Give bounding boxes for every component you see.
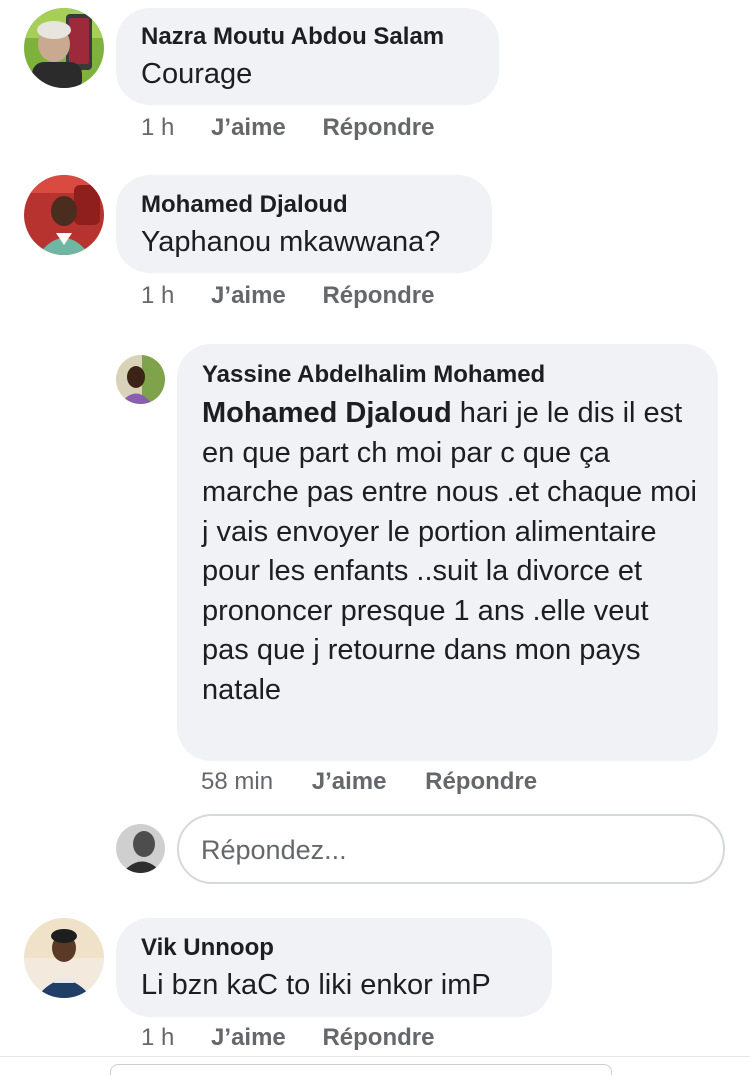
avatar-photo-icon (116, 824, 165, 873)
avatar[interactable] (24, 918, 104, 998)
comment-author[interactable]: Nazra Moutu Abdou Salam (141, 22, 475, 52)
comment-timestamp: 58 min (201, 768, 274, 795)
reply-button[interactable]: Répondre (322, 281, 434, 311)
reply-input[interactable]: Répondez... (177, 814, 725, 884)
comment-timestamp: 1 h (141, 282, 175, 309)
avatar[interactable] (116, 355, 165, 404)
comment-author[interactable]: Mohamed Djaloud (141, 190, 468, 220)
comment-actions: 1 h J’aime Répondre (141, 281, 434, 311)
bottom-composer-edge (110, 1064, 612, 1075)
reply-body-text: hari je le dis il est en que part ch moi… (202, 397, 697, 706)
comment-timestamp: 1 h (141, 1024, 175, 1051)
comment-actions: 1 h J’aime Répondre (141, 1023, 434, 1053)
comment-text: Courage (141, 58, 253, 90)
like-button[interactable]: J’aime (211, 113, 286, 143)
comment-author[interactable]: Yassine Abdelhalim Mohamed (202, 360, 698, 390)
comment-timestamp: 1 h (141, 114, 175, 141)
reply-button[interactable]: Répondre (322, 1023, 434, 1053)
reply-input-placeholder: Répondez... (201, 835, 347, 865)
reply-button[interactable]: Répondre (322, 113, 434, 143)
avatar[interactable] (24, 175, 104, 255)
comment-bubble[interactable]: Mohamed Djaloud Yaphanou mkawwana? (116, 175, 492, 273)
comment-actions: 58 min J’aime Répondre (201, 767, 537, 797)
like-button[interactable]: J’aime (211, 281, 286, 311)
comment-actions: 1 h J’aime Répondre (141, 113, 434, 143)
comment-bubble[interactable]: Yassine Abdelhalim Mohamed Mohamed Djalo… (177, 344, 718, 761)
comment-text: Yaphanou mkawwana? (141, 226, 441, 258)
comment-text: Li bzn kaC to liki enkor imP (141, 969, 491, 1001)
avatar[interactable] (24, 8, 104, 88)
comment-text: Mohamed Djaloud hari je le dis il est en… (202, 394, 698, 710)
current-user-avatar (116, 824, 165, 873)
comment-author[interactable]: Vik Unnoop (141, 933, 528, 963)
avatar-photo-icon (24, 8, 104, 88)
avatar-photo-icon (116, 355, 165, 404)
avatar-photo-icon (24, 918, 104, 998)
comment-bubble[interactable]: Nazra Moutu Abdou Salam Courage (116, 8, 499, 105)
like-button[interactable]: J’aime (211, 1023, 286, 1053)
bottom-bar (0, 1056, 750, 1075)
mention-link[interactable]: Mohamed Djaloud (202, 397, 452, 429)
reply-button[interactable]: Répondre (425, 767, 537, 797)
like-button[interactable]: J’aime (312, 767, 387, 797)
comment-bubble[interactable]: Vik Unnoop Li bzn kaC to liki enkor imP (116, 918, 552, 1017)
avatar-photo-icon (24, 175, 104, 255)
